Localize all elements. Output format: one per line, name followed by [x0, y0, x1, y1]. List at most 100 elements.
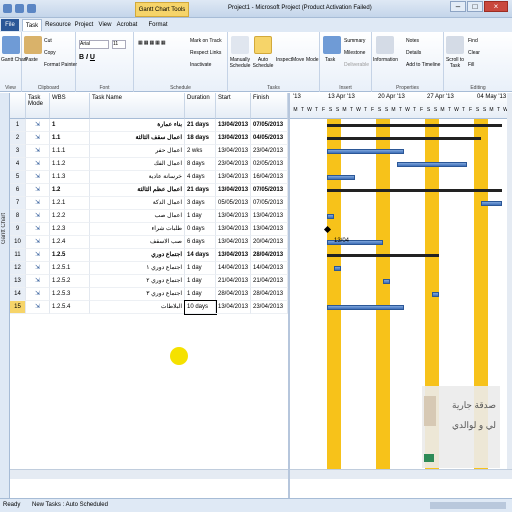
task-mode-icon[interactable]: ⇲ [26, 223, 50, 236]
task-mode-icon[interactable]: ⇲ [26, 132, 50, 145]
gantt-task-bar[interactable] [327, 149, 404, 154]
table-cell-name[interactable]: البلاطات [90, 301, 185, 314]
tab-format[interactable]: Format [143, 19, 173, 31]
percent-complete-buttons[interactable]: ▦▦▦▦▦ [138, 40, 167, 46]
task-mode-icon[interactable]: ⇲ [26, 236, 50, 249]
table-cell-duration[interactable]: 1 day [185, 262, 216, 275]
gantt-task-bar[interactable] [327, 175, 355, 180]
table-cell-finish[interactable]: 04/05/2013 [251, 132, 288, 145]
table-cell-finish[interactable]: 13/04/2013 [251, 210, 288, 223]
gantt-task-bar[interactable] [327, 214, 334, 219]
redo-icon[interactable] [27, 4, 36, 13]
task-mode-icon[interactable]: ⇲ [26, 262, 50, 275]
gantt-task-bar[interactable] [397, 162, 467, 167]
table-cell-finish[interactable]: 07/05/2013 [251, 184, 288, 197]
undo-icon[interactable] [15, 4, 24, 13]
task-mode-icon[interactable]: ⇲ [26, 210, 50, 223]
table-cell-wbs[interactable]: 1.2 [50, 184, 90, 197]
table-cell-wbs[interactable]: 1.2.2 [50, 210, 90, 223]
table-cell-finish[interactable]: 14/04/2013 [251, 262, 288, 275]
fill-button[interactable]: Fill [468, 62, 474, 68]
table-cell-duration[interactable]: 21 days [185, 119, 216, 132]
maximize-button[interactable]: □ [467, 1, 483, 12]
table-cell-name[interactable]: اعمال عظم الثالثة [90, 184, 185, 197]
header-task-name[interactable]: Task Name [90, 93, 185, 119]
table-cell-duration[interactable]: 0 days [185, 223, 216, 236]
summary-button[interactable]: Summary [344, 38, 365, 44]
table-cell-finish[interactable]: 13/04/2013 [251, 223, 288, 236]
gantt-task-bar[interactable] [481, 201, 502, 206]
notes-button[interactable]: Notes [406, 38, 419, 44]
tab-task[interactable]: Task [22, 19, 42, 31]
table-cell-finish[interactable]: 23/04/2013 [251, 301, 288, 314]
tab-resource[interactable]: Resource [44, 19, 72, 31]
table-cell-name[interactable]: اجتماع دوري ١ [90, 262, 185, 275]
table-cell-start[interactable]: 13/04/2013 [216, 210, 251, 223]
minimize-button[interactable]: – [450, 1, 466, 12]
zoom-slider[interactable] [430, 502, 506, 509]
table-cell-start[interactable]: 13/04/2013 [216, 171, 251, 184]
table-cell-start[interactable]: 13/04/2013 [216, 223, 251, 236]
header-duration[interactable]: Duration [185, 93, 216, 119]
table-cell-start[interactable]: 05/05/2013 [216, 197, 251, 210]
table-cell-finish[interactable]: 07/05/2013 [251, 197, 288, 210]
clear-button[interactable]: Clear [468, 50, 480, 56]
task-mode-icon[interactable]: ⇲ [26, 249, 50, 262]
table-cell-duration[interactable]: 8 days [185, 158, 216, 171]
table-cell-duration[interactable]: 6 days [185, 236, 216, 249]
table-cell-finish[interactable]: 20/04/2013 [251, 236, 288, 249]
gantt-horizontal-scrollbar[interactable] [290, 469, 512, 479]
header-start[interactable]: Start [216, 93, 251, 119]
table-cell-duration[interactable]: 3 days [185, 197, 216, 210]
deliverable-button[interactable]: Deliverable [344, 62, 369, 68]
table-cell-wbs[interactable]: 1.1.1 [50, 145, 90, 158]
table-cell-finish[interactable]: 23/04/2013 [251, 145, 288, 158]
task-mode-icon[interactable]: ⇲ [26, 288, 50, 301]
table-cell-finish[interactable]: 02/05/2013 [251, 158, 288, 171]
table-cell-duration[interactable]: 10 days [184, 300, 217, 315]
table-cell-duration[interactable]: 18 days [185, 132, 216, 145]
auto-schedule-button[interactable]: Auto Schedule [252, 57, 274, 69]
gantt-summary-bar[interactable] [327, 189, 502, 192]
paste-button[interactable]: Paste [25, 57, 38, 63]
table-cell-name[interactable]: اجتماع دوري ٣ [90, 288, 185, 301]
insert-task-button[interactable]: Task [325, 57, 335, 63]
information-button[interactable]: Information [373, 57, 398, 63]
table-cell-duration[interactable]: 14 days [185, 249, 216, 262]
table-cell-wbs[interactable]: 1.2.5.1 [50, 262, 90, 275]
table-cell-name[interactable]: اعمال الدكة [90, 197, 185, 210]
table-cell-name[interactable]: اعمال حفر [90, 145, 185, 158]
table-cell-finish[interactable]: 28/04/2013 [251, 249, 288, 262]
inspect-button[interactable]: Inspect [276, 57, 292, 63]
table-cell-finish[interactable]: 16/04/2013 [251, 171, 288, 184]
table-cell-name[interactable]: خرسانة عادية [90, 171, 185, 184]
inactivate-button[interactable]: Inactivate [190, 62, 211, 68]
table-cell-wbs[interactable]: 1.2.3 [50, 223, 90, 236]
table-cell-wbs[interactable]: 1.1.2 [50, 158, 90, 171]
table-cell-wbs[interactable]: 1.2.5.2 [50, 275, 90, 288]
table-cell-wbs[interactable]: 1.2.5.3 [50, 288, 90, 301]
gantt-summary-bar[interactable] [327, 137, 481, 140]
table-cell-name[interactable]: اجتماع دوري [90, 249, 185, 262]
header-task-mode[interactable]: Task Mode [26, 93, 50, 119]
table-cell-name[interactable]: اعمال الفك [90, 158, 185, 171]
table-cell-wbs[interactable]: 1.2.5 [50, 249, 90, 262]
table-cell-name[interactable]: اعمال صب [90, 210, 185, 223]
mode-button[interactable]: Mode [306, 57, 319, 63]
task-mode-icon[interactable]: ⇲ [26, 197, 50, 210]
status-new-tasks[interactable]: New Tasks : Auto Scheduled [32, 502, 108, 508]
gantt-summary-bar[interactable] [327, 254, 439, 257]
vertical-scrollbar[interactable] [507, 93, 512, 469]
cut-button[interactable]: Cut [44, 38, 52, 44]
table-cell-start[interactable]: 21/04/2013 [216, 275, 251, 288]
gantt-summary-bar[interactable] [327, 124, 502, 127]
table-cell-finish[interactable]: 07/05/2013 [251, 119, 288, 132]
table-cell-start[interactable]: 23/04/2013 [216, 158, 251, 171]
table-cell-name[interactable]: اجتماع دوري ٢ [90, 275, 185, 288]
close-button[interactable]: × [484, 1, 508, 12]
table-cell-wbs[interactable]: 1.2.4 [50, 236, 90, 249]
table-cell-duration[interactable]: 2 wks [185, 145, 216, 158]
table-cell-start[interactable]: 13/04/2013 [216, 301, 251, 314]
find-button[interactable]: Find [468, 38, 478, 44]
respect-links-button[interactable]: Respect Links [190, 50, 221, 56]
